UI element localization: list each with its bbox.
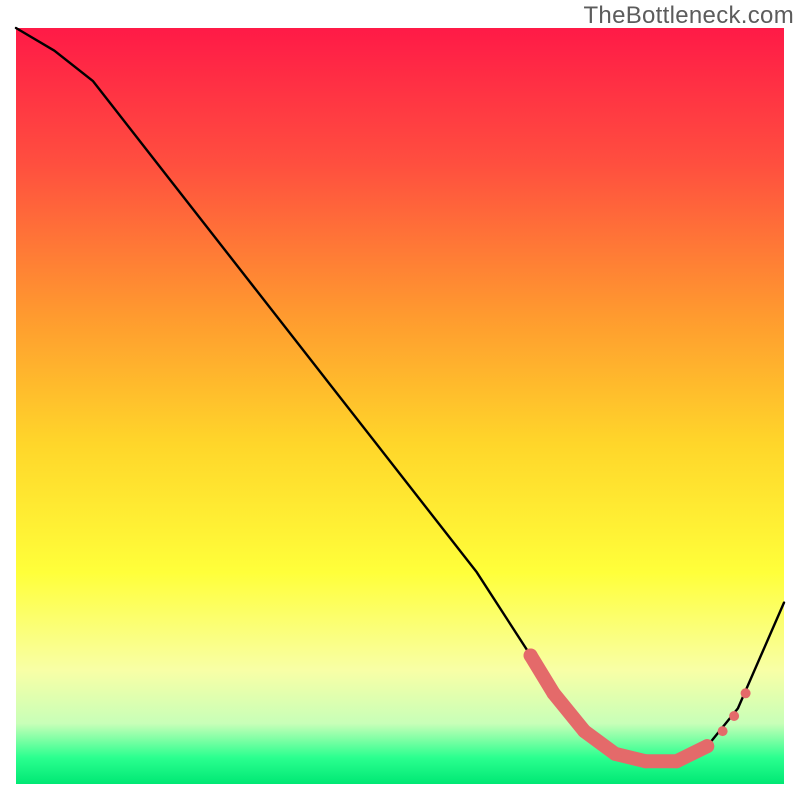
side-dot	[718, 726, 728, 736]
side-dot	[741, 688, 751, 698]
optimal-dot	[547, 686, 561, 700]
bottleneck-chart: TheBottleneck.com	[0, 0, 800, 800]
optimal-dot	[577, 724, 591, 738]
optimal-dot	[524, 649, 538, 663]
optimal-dot	[670, 754, 684, 768]
optimal-dot	[700, 739, 714, 753]
chart-canvas	[0, 0, 800, 800]
optimal-dot	[608, 747, 622, 761]
side-dot	[729, 711, 739, 721]
watermark-text: TheBottleneck.com	[583, 2, 794, 30]
optimal-dot	[639, 754, 653, 768]
plot-background	[16, 28, 784, 784]
